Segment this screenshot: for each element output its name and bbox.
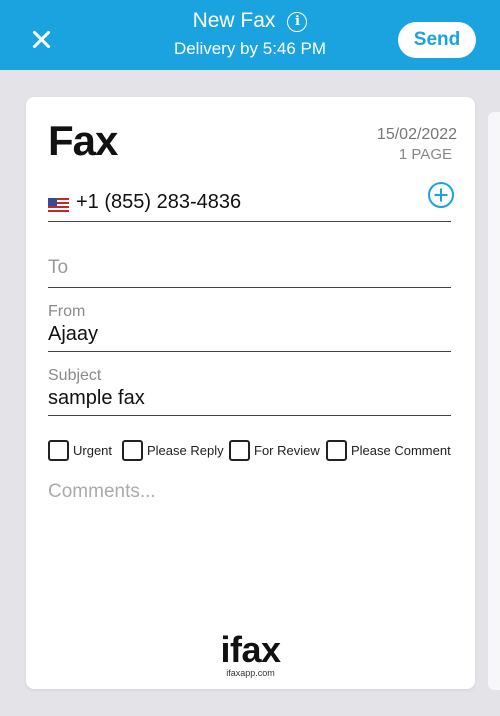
checkbox-box[interactable]: [229, 439, 250, 461]
for-review-checkbox[interactable]: For Review: [229, 439, 320, 461]
checkbox-label: Urgent: [73, 442, 113, 458]
logo-url: ifaxapp.com: [226, 668, 275, 678]
to-field[interactable]: To: [48, 255, 451, 288]
us-flag-icon[interactable]: [48, 198, 69, 212]
subject-label: Subject: [48, 367, 102, 384]
please-comment-checkbox[interactable]: Please Comment: [326, 439, 451, 461]
checkbox-label: For Review: [254, 442, 320, 458]
send-button[interactable]: Send: [398, 22, 476, 58]
fax-cover-card: Fax 15/02/2022 1 PAGE +1 (855) 283-4836 …: [26, 97, 475, 689]
comments-field[interactable]: Comments...: [48, 481, 156, 503]
urgent-checkbox[interactable]: Urgent: [48, 439, 112, 461]
logo-text: ifax: [220, 629, 281, 670]
checkbox-label: Please Reply: [147, 442, 224, 458]
please-reply-checkbox[interactable]: Please Reply: [122, 439, 224, 461]
top-bar: New Fax i Delivery by 5:46 PM Send: [0, 0, 500, 70]
next-page-edge: [488, 112, 500, 690]
ifax-logo: ifax ifaxapp.com: [26, 629, 475, 679]
from-field[interactable]: From Ajaay: [48, 301, 451, 352]
page-count: 1 PAGE: [398, 146, 452, 163]
recipient-number-field[interactable]: +1 (855) 283-4836: [48, 182, 454, 222]
fax-date: 15/02/2022: [376, 126, 457, 143]
checkbox-box[interactable]: [122, 439, 143, 461]
checkbox-box[interactable]: [326, 439, 347, 461]
page-title: New Fax: [192, 9, 276, 32]
from-label: From: [48, 303, 86, 320]
from-value[interactable]: Ajaay: [48, 323, 98, 346]
info-icon[interactable]: i: [287, 12, 308, 32]
checkbox-label: Please Comment: [351, 442, 451, 458]
checkbox-box[interactable]: [48, 439, 69, 461]
fax-title: Fax: [48, 117, 118, 164]
subject-field[interactable]: Subject sample fax: [48, 365, 451, 416]
to-placeholder: To: [48, 257, 69, 278]
cover-options: Urgent Please Reply For Review Please Co…: [48, 439, 458, 461]
subject-value[interactable]: sample fax: [48, 387, 145, 410]
recipient-number[interactable]: +1 (855) 283-4836: [76, 191, 241, 214]
add-circle-icon[interactable]: [428, 182, 454, 208]
